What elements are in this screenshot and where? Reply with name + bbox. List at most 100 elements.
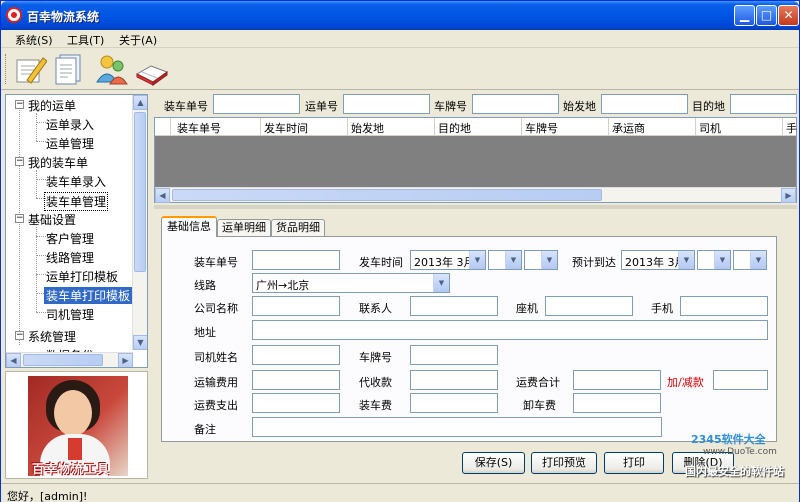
tree-horizontal-scrollbar[interactable]: ◀ ▶ <box>6 352 133 367</box>
freight-label: 运输费用 <box>194 376 238 389</box>
route-label: 线路 <box>194 279 216 292</box>
scroll-thumb[interactable] <box>134 112 146 272</box>
loadsheet-grid[interactable]: 装车单号 发车时间 始发地 目的地 车牌号 承运商 司机 手 ◀ ▶ <box>154 117 797 203</box>
grid-col-origin[interactable]: 始发地 <box>351 120 384 136</box>
driver-name-input[interactable] <box>252 345 340 365</box>
chevron-down-icon[interactable]: ▼ <box>505 251 521 269</box>
chevron-down-icon[interactable]: ▼ <box>714 251 730 269</box>
scroll-down-icon[interactable]: ▼ <box>133 335 147 350</box>
chevron-down-icon[interactable]: ▼ <box>750 251 766 269</box>
tree-line <box>36 113 37 141</box>
freight-input[interactable] <box>252 370 340 390</box>
scroll-thumb[interactable] <box>172 189 602 201</box>
collapse-icon[interactable]: − <box>15 331 24 340</box>
depart-hour-combo[interactable]: ▼ <box>524 250 558 270</box>
collapse-icon[interactable]: − <box>15 157 24 166</box>
grid-col-driver[interactable]: 司机 <box>699 120 721 136</box>
plate-input[interactable] <box>410 345 498 365</box>
chevron-down-icon[interactable]: ▼ <box>469 251 485 269</box>
search-load-no-input[interactable] <box>213 94 300 114</box>
users-icon[interactable] <box>95 52 129 86</box>
close-button[interactable]: ✕ <box>778 5 799 26</box>
adjustment-input[interactable] <box>713 370 768 390</box>
tab-goods-detail[interactable]: 货品明细 <box>271 219 325 236</box>
minimize-button[interactable]: ▁ <box>734 5 755 26</box>
scroll-left-icon[interactable]: ◀ <box>155 188 170 203</box>
tree-line <box>36 170 37 198</box>
mobile-input[interactable] <box>680 296 768 316</box>
search-origin-input[interactable] <box>601 94 688 114</box>
search-plate-input[interactable] <box>472 94 559 114</box>
print-preview-button[interactable]: 打印预览 <box>531 452 597 474</box>
mobile-label: 手机 <box>651 302 673 315</box>
tree-node-waybill-template[interactable]: 运单打印模板 <box>46 268 118 285</box>
tree-node-loadsheet-manage[interactable]: 装车单管理 <box>44 192 109 211</box>
scroll-left-icon[interactable]: ◀ <box>6 353 21 367</box>
tree-node-my-waybills[interactable]: 我的运单 <box>28 97 76 114</box>
chevron-down-icon[interactable]: ▼ <box>678 251 694 269</box>
adjustment-label: 加/减款 <box>667 376 704 389</box>
title-bar[interactable]: 百幸物流系统 ▁ □ ✕ <box>1 1 799 30</box>
scroll-right-icon[interactable]: ▶ <box>781 188 796 203</box>
arrive-month-combo[interactable]: 2013年 3月 ▼ <box>621 250 695 270</box>
company-input[interactable] <box>252 296 340 316</box>
panel-splitter[interactable] <box>154 205 797 209</box>
print-button[interactable]: 打印 <box>604 452 664 474</box>
grid-horizontal-scrollbar[interactable]: ◀ ▶ <box>155 187 796 203</box>
expense-input[interactable] <box>252 393 340 413</box>
book-icon[interactable] <box>135 52 169 86</box>
collapse-icon[interactable]: − <box>15 214 24 223</box>
scroll-up-icon[interactable]: ▲ <box>133 95 147 110</box>
tab-waybill-detail[interactable]: 运单明细 <box>217 219 271 236</box>
tree-node-driver-manage[interactable]: 司机管理 <box>46 306 94 323</box>
document-icon[interactable] <box>51 52 85 86</box>
grid-col-plate[interactable]: 车牌号 <box>525 120 558 136</box>
chevron-down-icon[interactable]: ▼ <box>433 274 449 292</box>
tree-node-waybill-manage[interactable]: 运单管理 <box>46 135 94 152</box>
delete-button[interactable]: 删除(D) <box>672 452 734 474</box>
basic-info-panel: 装车单号 发车时间 2013年 3月 ▼ ▼ ▼ 预计到达 2013年 3月 ▼… <box>161 236 777 442</box>
tree-node-my-loadsheets[interactable]: 我的装车单 <box>28 154 88 171</box>
grid-col-carrier[interactable]: 承运商 <box>612 120 645 136</box>
grid-col-load-no[interactable]: 装车单号 <box>177 120 221 136</box>
load-no-input[interactable] <box>252 250 340 270</box>
tree-node-loadsheet-entry[interactable]: 装车单录入 <box>46 173 106 190</box>
new-waybill-icon[interactable] <box>13 52 48 86</box>
menu-tools[interactable]: 工具(T) <box>67 32 104 48</box>
chevron-down-icon[interactable]: ▼ <box>541 251 557 269</box>
loading-fee-input[interactable] <box>410 393 498 413</box>
arrive-hour-combo[interactable]: ▼ <box>733 250 767 270</box>
menu-about[interactable]: 关于(A) <box>119 32 157 48</box>
freight-total-input[interactable] <box>573 370 661 390</box>
search-destination-input[interactable] <box>730 94 797 114</box>
maximize-button[interactable]: □ <box>756 5 777 26</box>
toolbar-grip[interactable] <box>5 54 8 84</box>
tab-basic-info[interactable]: 基础信息 <box>161 216 217 237</box>
menu-system[interactable]: 系统(S) <box>15 32 53 48</box>
tree-node-system-manage[interactable]: 系统管理 <box>28 328 76 345</box>
address-input[interactable] <box>252 320 768 340</box>
tree-node-basic-settings[interactable]: 基础设置 <box>28 211 76 228</box>
tree-node-route-manage[interactable]: 线路管理 <box>46 249 94 266</box>
scroll-right-icon[interactable]: ▶ <box>118 353 133 367</box>
remark-input[interactable] <box>252 417 662 437</box>
tree-node-customer-manage[interactable]: 客户管理 <box>46 230 94 247</box>
unloading-fee-input[interactable] <box>573 393 661 413</box>
collapse-icon[interactable]: − <box>15 100 24 109</box>
landline-input[interactable] <box>545 296 633 316</box>
contact-input[interactable] <box>410 296 498 316</box>
save-button[interactable]: 保存(S) <box>462 452 525 474</box>
tree-node-loadsheet-template[interactable]: 装车单打印模板 <box>44 287 133 304</box>
grid-col-destination[interactable]: 目的地 <box>438 120 471 136</box>
tree-node-waybill-entry[interactable]: 运单录入 <box>46 116 94 133</box>
search-waybill-no-input[interactable] <box>343 94 430 114</box>
arrive-day-combo[interactable]: ▼ <box>697 250 731 270</box>
depart-day-combo[interactable]: ▼ <box>488 250 522 270</box>
route-select[interactable]: 广州→北京 ▼ <box>252 273 450 293</box>
grid-col-mobile[interactable]: 手 <box>786 120 797 136</box>
grid-col-depart-time[interactable]: 发车时间 <box>264 120 308 136</box>
depart-month-combo[interactable]: 2013年 3月 ▼ <box>410 250 486 270</box>
scroll-thumb[interactable] <box>23 354 103 366</box>
collect-input[interactable] <box>410 370 498 390</box>
tree-vertical-scrollbar[interactable]: ▲ ▼ <box>132 95 147 350</box>
